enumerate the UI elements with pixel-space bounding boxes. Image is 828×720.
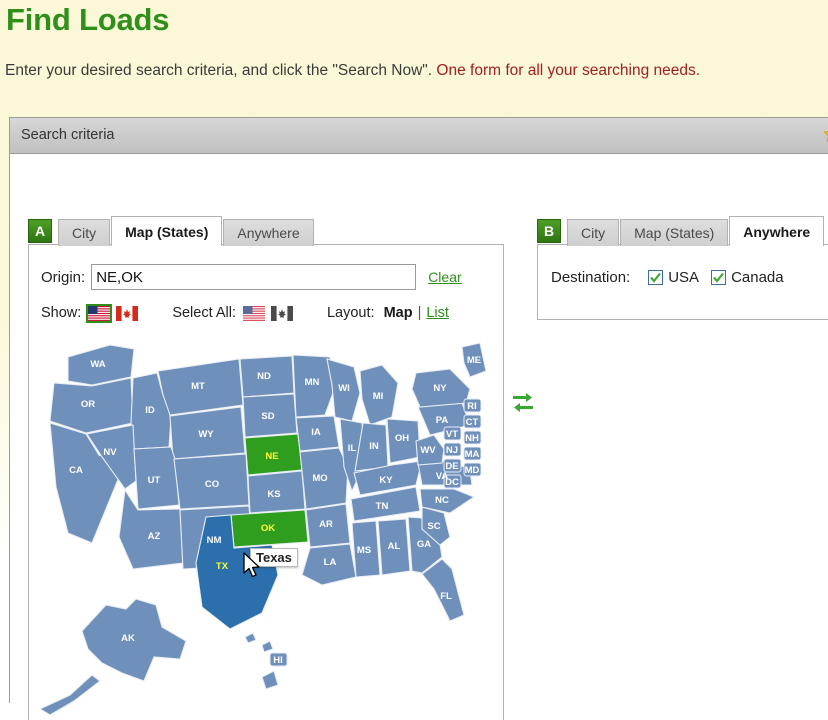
state-me xyxy=(461,342,487,378)
minibox-ma xyxy=(463,446,482,461)
destination-label: Destination: xyxy=(551,269,631,286)
state-ak-tail xyxy=(38,674,101,716)
state-ia xyxy=(295,415,340,452)
destination-tabstrip: B City Map (States) Anywhere xyxy=(537,216,825,246)
minibox-de xyxy=(443,458,462,473)
minibox-dc xyxy=(443,474,462,489)
state-la xyxy=(301,543,357,586)
tab-origin-anywhere[interactable]: Anywhere xyxy=(223,219,314,246)
state-mi xyxy=(359,364,399,426)
layout-separator: | xyxy=(417,305,422,321)
state-ut xyxy=(133,446,180,510)
us-states-map[interactable]: WA OR CA NV ID MT WY UT AZ CO NM ND SD N… xyxy=(30,337,504,720)
origin-tabstrip: A City Map (States) Anywhere xyxy=(28,216,315,246)
us-states-map-svg[interactable]: WA OR CA NV ID MT WY UT AZ CO NM ND SD N… xyxy=(30,337,504,720)
select-all-canada-flag-icon[interactable] xyxy=(270,305,293,321)
state-mo xyxy=(299,447,349,510)
state-or xyxy=(49,377,134,434)
swap-arrows-icon xyxy=(513,393,533,412)
swap-origin-destination-button[interactable] xyxy=(510,388,536,414)
state-sd xyxy=(242,393,298,438)
destination-canada-checkbox[interactable] xyxy=(711,270,727,285)
select-all-label: Select All: xyxy=(172,305,236,321)
search-criteria-panel: Search criteria My A City Map (States) A… xyxy=(9,117,828,720)
map-state-tooltip: Texas xyxy=(250,548,298,567)
minibox-nj xyxy=(443,442,462,457)
layout-list-option[interactable]: List xyxy=(426,305,449,321)
destination-usa-label: USA xyxy=(668,269,700,286)
state-ms xyxy=(351,520,381,578)
tab-destination-city[interactable]: City xyxy=(567,219,620,246)
checkmark-icon xyxy=(650,272,662,283)
state-mt xyxy=(157,358,244,416)
show-usa-flag-icon[interactable] xyxy=(86,303,113,323)
destination-canada-label: Canada xyxy=(731,269,784,286)
minibox-vt xyxy=(443,426,462,441)
state-mn xyxy=(292,354,334,418)
select-all-usa-flag-icon[interactable] xyxy=(242,305,265,321)
layout-label: Layout: xyxy=(326,305,375,321)
origin-input[interactable] xyxy=(91,264,417,290)
minibox-md xyxy=(463,462,482,477)
subtitle-plain-text: Enter your desired search criteria, and … xyxy=(5,62,437,79)
origin-panel: Origin: Clear Show: xyxy=(28,244,504,720)
search-criteria-body: A City Map (States) Anywhere B City Map … xyxy=(10,154,828,720)
tab-destination-map-states[interactable]: Map (States) xyxy=(620,219,729,246)
state-ks xyxy=(247,470,306,514)
origin-badge-a: A xyxy=(28,219,52,243)
state-al xyxy=(377,518,411,576)
destination-usa-checkbox[interactable] xyxy=(648,270,664,285)
search-criteria-title: Search criteria xyxy=(21,127,115,143)
minibox-ri xyxy=(463,398,482,413)
clear-origin-link[interactable]: Clear xyxy=(428,269,461,285)
state-ok xyxy=(230,509,309,548)
state-co xyxy=(173,453,250,510)
tab-origin-map-states[interactable]: Map (States) xyxy=(111,216,223,246)
map-options-row: Show: Select All: Layout: Map | List xyxy=(41,303,449,323)
state-ny xyxy=(411,368,471,408)
origin-label: Origin: xyxy=(41,268,86,286)
destination-panel: Destination: USA Canada xyxy=(537,244,828,320)
state-oh xyxy=(386,418,421,464)
state-ne xyxy=(244,433,303,476)
star-icon xyxy=(823,131,828,143)
state-ar xyxy=(305,503,351,548)
subtitle-accent-text: One form for all your searching needs. xyxy=(436,62,701,79)
state-hi-1 xyxy=(244,632,257,644)
tab-destination-anywhere[interactable]: Anywhere xyxy=(729,216,825,246)
state-wi xyxy=(326,358,361,422)
page-title: Find Loads xyxy=(6,2,170,37)
state-hi-4 xyxy=(261,670,279,690)
state-ak xyxy=(81,598,187,682)
minibox-ct xyxy=(463,414,482,429)
page-root: Find Loads Enter your desired search cri… xyxy=(0,0,828,720)
origin-field-row: Origin: Clear xyxy=(41,264,462,290)
show-canada-flag-icon[interactable] xyxy=(116,305,139,321)
state-hi-2 xyxy=(261,640,274,653)
search-criteria-header: Search criteria My xyxy=(10,118,828,154)
state-nd xyxy=(239,355,295,398)
layout-map-option[interactable]: Map xyxy=(384,305,413,321)
page-subtitle: Enter your desired search criteria, and … xyxy=(5,62,700,80)
destination-field-row: Destination: USA Canada xyxy=(551,269,784,286)
minibox-nh xyxy=(463,430,482,445)
tab-origin-city[interactable]: City xyxy=(58,219,111,246)
show-label: Show: xyxy=(41,305,82,321)
my-searches-link-group[interactable]: My xyxy=(823,125,828,143)
destination-badge-b: B xyxy=(537,219,561,243)
checkmark-icon xyxy=(713,272,724,283)
minibox-hi xyxy=(269,652,288,667)
state-wy xyxy=(169,406,246,460)
state-wv xyxy=(415,434,445,466)
